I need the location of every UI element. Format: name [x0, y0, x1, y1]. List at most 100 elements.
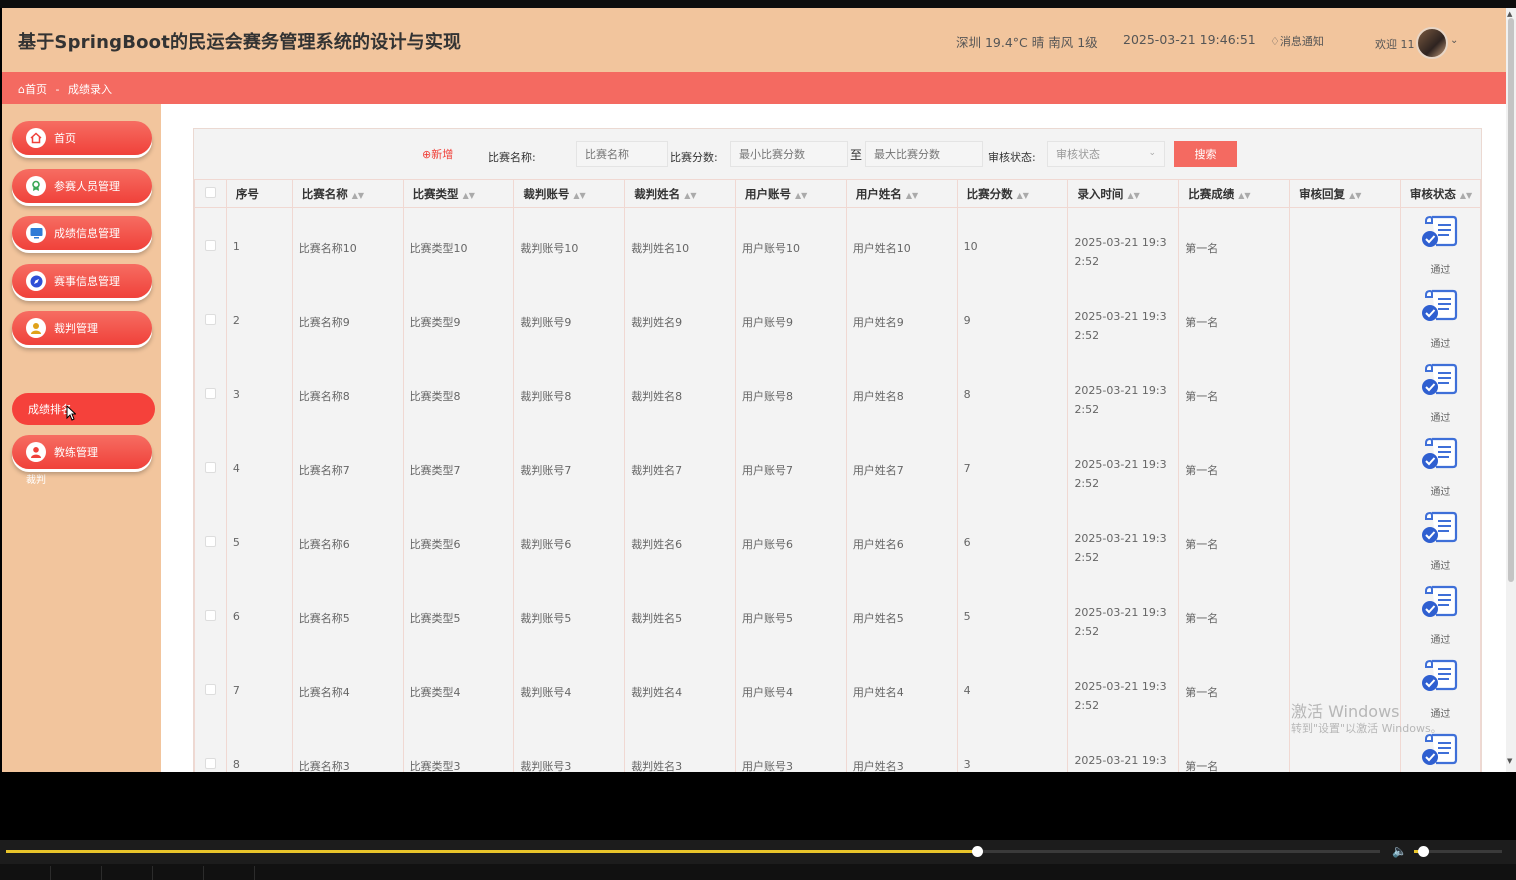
cell-no: 3: [225, 355, 293, 430]
row-select-cell: [194, 577, 227, 652]
add-button[interactable]: ⊕新增: [422, 146, 453, 162]
max-score-input[interactable]: [865, 141, 983, 167]
row-checkbox[interactable]: [204, 609, 216, 621]
breadcrumb-home[interactable]: 首页: [25, 83, 47, 96]
page-scrollbar-thumb[interactable]: [1508, 18, 1514, 582]
table-row[interactable]: 5 比赛名称6 比赛类型6 裁判账号6 裁判姓名6 用户账号6 用户姓名6 6 2025-03-…: [194, 503, 1481, 578]
col-header-score[interactable]: 比赛分数 ▲▼: [956, 179, 1069, 208]
sidebar-item-label: 成绩信息管理: [54, 227, 120, 240]
table-row[interactable]: 2 比赛名称9 比赛类型9 裁判账号9 裁判姓名9 用户账号9 用户姓名9 9 2025-03-…: [194, 281, 1481, 356]
seek-track[interactable]: [6, 846, 1380, 857]
table-body: 1 比赛名称10 比赛类型10 裁判账号10 裁判姓名10 用户账号10 用户姓名10 10 2…: [194, 207, 1481, 772]
cell-name: 比赛名称9: [291, 281, 404, 356]
select-all-checkbox[interactable]: [204, 186, 216, 198]
sort-icon[interactable]: ▲▼: [352, 191, 364, 200]
col-header-judge-name[interactable]: 裁判姓名 ▲▼: [624, 179, 736, 208]
sort-icon[interactable]: ▲▼: [1460, 191, 1472, 200]
cell-score: 7: [956, 429, 1069, 504]
cell-judge-name: 裁判姓名8: [624, 355, 736, 430]
row-checkbox[interactable]: [204, 535, 216, 547]
cell-score: 4: [956, 651, 1069, 726]
col-header-reply[interactable]: 审核回复 ▲▼: [1289, 179, 1401, 208]
cell-user-acct: 用户账号7: [735, 429, 847, 504]
volume-track[interactable]: [1414, 846, 1502, 857]
sort-icon[interactable]: ▲▼: [1127, 191, 1139, 200]
windows-watermark-subtitle: 转到"设置"以激活 Windows。: [1291, 722, 1442, 735]
sort-icon[interactable]: ▲▼: [1017, 191, 1029, 200]
sidebar-item-judges[interactable]: 裁判管理: [12, 311, 152, 345]
col-header-user-name[interactable]: 用户姓名 ▲▼: [845, 179, 958, 208]
approved-document-icon: [1420, 215, 1460, 253]
sort-icon[interactable]: ▲▼: [1349, 191, 1361, 200]
sidebar-item-label: 首页: [54, 132, 76, 145]
volume-handle[interactable]: [1417, 846, 1429, 857]
min-score-input[interactable]: [730, 141, 848, 167]
row-checkbox[interactable]: [204, 387, 216, 399]
sort-icon[interactable]: ▲▼: [795, 191, 807, 200]
row-checkbox[interactable]: [204, 683, 216, 695]
status-select-placeholder: 审核状态: [1056, 148, 1100, 161]
col-header-judge-account[interactable]: 裁判账号 ▲▼: [513, 179, 626, 208]
cell-time: 2025-03-21 19:32:52: [1067, 725, 1180, 772]
cell-time: 2025-03-21 19:32:52: [1067, 429, 1180, 504]
col-header-time[interactable]: 录入时间 ▲▼: [1067, 179, 1180, 208]
sort-icon[interactable]: ▲▼: [463, 191, 475, 200]
table-row[interactable]: 4 比赛名称7 比赛类型7 裁判账号7 裁判姓名7 用户账号7 用户姓名7 7 2025-03-…: [194, 429, 1481, 504]
sort-icon[interactable]: ▲▼: [1238, 191, 1250, 200]
sort-icon[interactable]: ▲▼: [684, 191, 696, 200]
sidebar-item-coaches[interactable]: 教练管理: [12, 435, 152, 469]
sidebar-subitem-ranking[interactable]: 成绩排名: [12, 393, 155, 425]
col-header-name[interactable]: 比赛名称 ▲▼: [291, 179, 404, 208]
sidebar-item-label: 教练管理: [54, 446, 98, 459]
sidebar-item-scores[interactable]: 成绩信息管理: [12, 216, 152, 250]
cell-time: 2025-03-21 19:32:52: [1067, 355, 1180, 430]
cell-score: 6: [956, 503, 1069, 578]
seek-handle[interactable]: [972, 846, 984, 857]
chevron-down-icon[interactable]: ⌄: [1450, 35, 1458, 46]
table-row[interactable]: 6 比赛名称5 比赛类型5 裁判账号5 裁判姓名5 用户账号5 用户姓名5 5 2025-03-…: [194, 577, 1481, 652]
sidebar-item-home[interactable]: 首页: [12, 121, 152, 155]
row-checkbox[interactable]: [204, 757, 216, 769]
cell-user-acct: 用户账号8: [735, 355, 847, 430]
sidebar-item-participants[interactable]: 参赛人员管理: [12, 169, 152, 203]
col-header-label: 录入时间: [1077, 186, 1124, 201]
cell-judge-acct: 裁判账号5: [513, 577, 626, 652]
notice-link[interactable]: ♢消息通知: [1270, 33, 1324, 49]
sidebar-item-events[interactable]: 赛事信息管理: [12, 264, 152, 298]
col-header-user-account[interactable]: 用户账号 ▲▼: [735, 179, 847, 208]
col-header-type[interactable]: 比赛类型 ▲▼: [402, 179, 515, 208]
col-header-label: 序号: [235, 186, 259, 201]
table-row[interactable]: 3 比赛名称8 比赛类型8 裁判账号8 裁判姓名8 用户账号8 用户姓名8 8 2025-03-…: [194, 355, 1481, 430]
row-checkbox[interactable]: [204, 313, 216, 325]
table-row[interactable]: 8 比赛名称3 比赛类型3 裁判账号3 裁判姓名3 用户账号3 用户姓名3 3 2025-03-…: [194, 725, 1481, 772]
col-header-result[interactable]: 比赛成绩 ▲▼: [1178, 179, 1291, 208]
name-filter-input[interactable]: [576, 141, 668, 167]
cell-status: 通过: [1399, 281, 1481, 356]
breadcrumb-separator: -: [55, 83, 60, 96]
cell-user-name: 用户姓名8: [845, 355, 958, 430]
cell-time: 2025-03-21 19:32:52: [1067, 651, 1180, 726]
table-row[interactable]: 7 比赛名称4 比赛类型4 裁判账号4 裁判姓名4 用户账号4 用户姓名4 4 2025-03-…: [194, 651, 1481, 726]
scroll-up-icon[interactable]: ▲: [1507, 10, 1512, 18]
status-select[interactable]: 审核状态 ⌄: [1047, 141, 1165, 167]
scroll-down-icon[interactable]: ▼: [1507, 757, 1512, 765]
home-icon[interactable]: ⌂: [18, 83, 25, 96]
row-checkbox[interactable]: [204, 461, 216, 473]
sort-icon[interactable]: ▲▼: [906, 191, 918, 200]
cell-no: 1: [225, 207, 293, 282]
cell-user-acct: 用户账号5: [735, 577, 847, 652]
cell-user-name: 用户姓名4: [845, 651, 958, 726]
welcome-text: 欢迎 11: [1375, 38, 1415, 51]
user-avatar[interactable]: [1416, 27, 1448, 59]
search-button[interactable]: 搜索: [1174, 141, 1237, 167]
sort-icon[interactable]: ▲▼: [573, 191, 585, 200]
table-row[interactable]: 1 比赛名称10 比赛类型10 裁判账号10 裁判姓名10 用户账号10 用户姓名10 10 2…: [194, 207, 1481, 282]
speaker-icon[interactable]: 🔈: [1392, 844, 1407, 858]
cell-judge-name: 裁判姓名9: [624, 281, 736, 356]
taskbar-divider: [254, 866, 255, 880]
col-header-status[interactable]: 审核状态 ▲▼: [1399, 179, 1481, 208]
sidebar-item-label: 参赛人员管理: [54, 180, 120, 193]
row-checkbox[interactable]: [204, 240, 216, 251]
cell-result: 第一名: [1178, 429, 1291, 504]
sidebar-item-label: 裁判管理: [54, 322, 98, 335]
